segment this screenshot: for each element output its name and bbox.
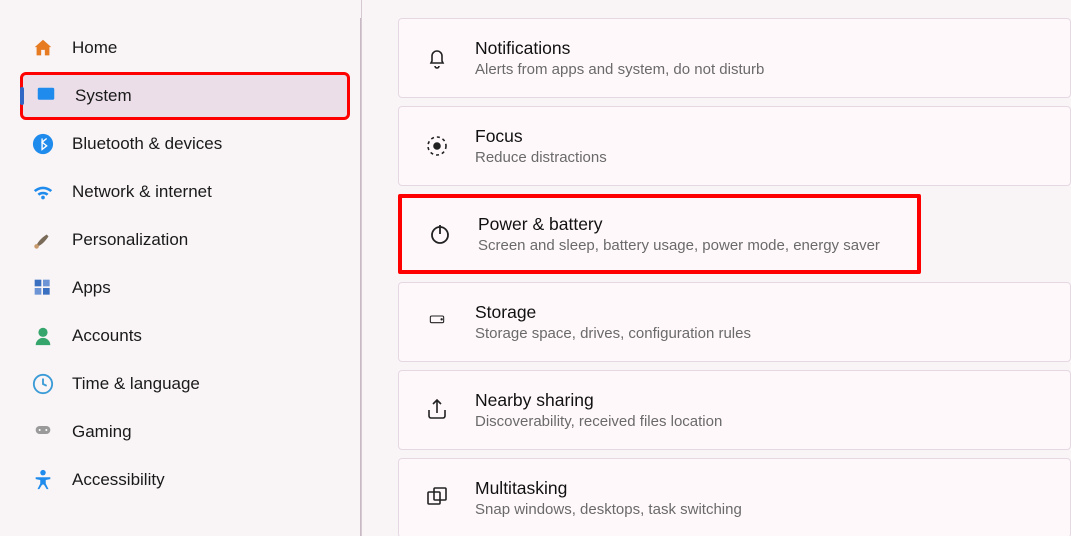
storage-icon [423, 308, 451, 336]
sidebar-item-label: Home [72, 38, 117, 58]
sidebar-item-label: System [75, 86, 132, 106]
card-sub: Snap windows, desktops, task switching [475, 501, 742, 518]
power-icon [426, 220, 454, 248]
card-text: Multitasking Snap windows, desktops, tas… [475, 478, 742, 518]
settings-card-nearby[interactable]: Nearby sharing Discoverability, received… [398, 370, 1071, 450]
card-text: Power & battery Screen and sleep, batter… [478, 214, 880, 254]
settings-card-power[interactable]: Power & battery Screen and sleep, batter… [398, 194, 921, 274]
settings-card-storage[interactable]: Storage Storage space, drives, configura… [398, 282, 1071, 362]
gamepad-icon [32, 421, 54, 443]
main-content: Notifications Alerts from apps and syste… [362, 0, 1071, 536]
card-sub: Discoverability, received files location [475, 413, 722, 430]
sidebar-item-accounts[interactable]: Accounts [20, 312, 350, 360]
sidebar-item-label: Network & internet [72, 182, 212, 202]
settings-card-focus[interactable]: Focus Reduce distractions [398, 106, 1071, 186]
sidebar-item-label: Time & language [72, 374, 200, 394]
paintbrush-icon [32, 229, 54, 251]
bell-icon [423, 44, 451, 72]
card-text: Focus Reduce distractions [475, 126, 607, 166]
sidebar-item-label: Apps [72, 278, 111, 298]
sidebar-item-gaming[interactable]: Gaming [20, 408, 350, 456]
sidebar-item-bluetooth[interactable]: Bluetooth & devices [20, 120, 350, 168]
sidebar-item-system[interactable]: System [20, 72, 350, 120]
card-title: Nearby sharing [475, 390, 722, 411]
card-sub: Screen and sleep, battery usage, power m… [478, 237, 880, 254]
sidebar: Home System Bluetooth & devices Network … [0, 0, 362, 536]
apps-icon [32, 277, 54, 299]
accessibility-icon [32, 469, 54, 491]
card-title: Notifications [475, 38, 764, 59]
sidebar-item-accessibility[interactable]: Accessibility [20, 456, 350, 504]
bluetooth-icon [32, 133, 54, 155]
card-title: Focus [475, 126, 607, 147]
focus-icon [423, 132, 451, 160]
home-icon [32, 37, 54, 59]
sidebar-item-network[interactable]: Network & internet [20, 168, 350, 216]
system-icon [35, 85, 57, 107]
settings-card-multitasking[interactable]: Multitasking Snap windows, desktops, tas… [398, 458, 1071, 536]
sidebar-item-label: Accounts [72, 326, 142, 346]
card-sub: Storage space, drives, configuration rul… [475, 325, 751, 342]
sidebar-item-apps[interactable]: Apps [20, 264, 350, 312]
sidebar-item-personalization[interactable]: Personalization [20, 216, 350, 264]
share-icon [423, 396, 451, 424]
sidebar-item-timelanguage[interactable]: Time & language [20, 360, 350, 408]
multitasking-icon [423, 484, 451, 512]
clock-globe-icon [32, 373, 54, 395]
card-text: Notifications Alerts from apps and syste… [475, 38, 764, 78]
settings-card-notifications[interactable]: Notifications Alerts from apps and syste… [398, 18, 1071, 98]
card-sub: Reduce distractions [475, 149, 607, 166]
card-sub: Alerts from apps and system, do not dist… [475, 61, 764, 78]
wifi-icon [32, 181, 54, 203]
sidebar-item-label: Accessibility [72, 470, 165, 490]
sidebar-item-label: Bluetooth & devices [72, 134, 222, 154]
sidebar-item-label: Gaming [72, 422, 132, 442]
card-text: Nearby sharing Discoverability, received… [475, 390, 722, 430]
sidebar-item-label: Personalization [72, 230, 188, 250]
card-title: Multitasking [475, 478, 742, 499]
card-title: Storage [475, 302, 751, 323]
card-title: Power & battery [478, 214, 880, 235]
person-icon [32, 325, 54, 347]
sidebar-item-home[interactable]: Home [20, 24, 350, 72]
card-text: Storage Storage space, drives, configura… [475, 302, 751, 342]
